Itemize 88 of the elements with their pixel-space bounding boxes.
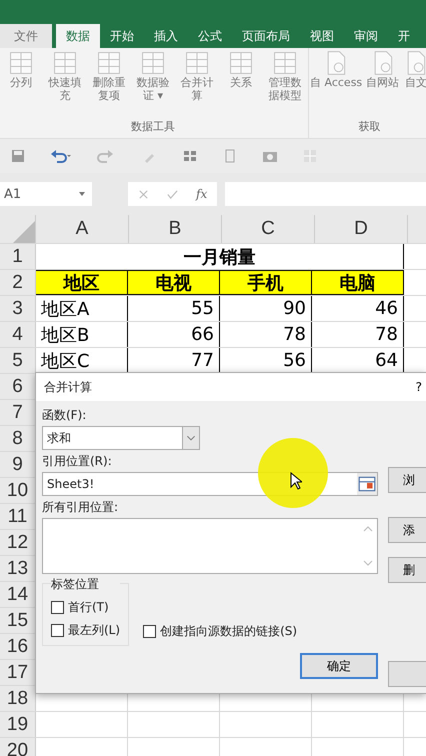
checkbox-option[interactable]: 创建指向源数据的链接(S) xyxy=(143,623,298,640)
row-header[interactable]: 4 xyxy=(0,322,36,347)
column-header[interactable]: D xyxy=(315,215,408,243)
table-cell: 90 xyxy=(220,296,312,321)
dialog-button[interactable]: 添 xyxy=(388,517,426,543)
ribbon-tab[interactable]: 公式 xyxy=(188,24,232,48)
help-button[interactable]: ? xyxy=(412,380,426,394)
ribbon-button[interactable]: 自网站 xyxy=(365,48,400,119)
table-cell: 手机 xyxy=(220,270,312,295)
table-cell: 地区A xyxy=(36,296,128,321)
ribbon-button[interactable]: 自 Access xyxy=(309,48,364,119)
group-label: 数据工具 xyxy=(131,119,175,135)
row-header[interactable]: 10 xyxy=(0,478,36,503)
field-label: 所有引用位置: xyxy=(42,499,120,515)
ribbon-tab[interactable]: 开始 xyxy=(100,24,144,48)
name-box[interactable]: A1 xyxy=(0,182,92,206)
table-cell: 78 xyxy=(312,322,404,347)
checkbox-option[interactable]: 首行(T) xyxy=(51,599,120,616)
row-header[interactable]: 14 xyxy=(0,582,36,607)
table-cell: 55 xyxy=(128,296,220,321)
save-icon[interactable] xyxy=(10,148,26,164)
row-header[interactable]: 5 xyxy=(0,348,36,373)
table-cell: 一月销量 xyxy=(36,244,404,269)
grid-icon[interactable] xyxy=(182,148,198,164)
ribbon-tab[interactable]: 文件 xyxy=(0,24,52,48)
table-cell: 电脑 xyxy=(312,270,404,295)
dialog-button[interactable]: 浏 xyxy=(388,467,426,493)
ribbon-button[interactable]: 管理数据模型 xyxy=(264,48,306,119)
grid-icon[interactable] xyxy=(302,148,318,164)
table-cell: 46 xyxy=(312,296,404,321)
row-header[interactable]: 17 xyxy=(0,660,36,685)
cancel-icon[interactable] xyxy=(138,188,149,200)
column-header[interactable]: A xyxy=(36,215,129,243)
caret-icon xyxy=(78,191,86,197)
field-label: 引用位置(R): xyxy=(42,453,113,469)
row-header[interactable]: 1 xyxy=(0,244,36,269)
row-header[interactable]: 18 xyxy=(0,686,36,711)
table-cell: 66 xyxy=(128,322,220,347)
row-header[interactable]: 13 xyxy=(0,556,36,581)
dialog-title: 合并计算 xyxy=(44,378,92,396)
ribbon-button[interactable]: 删除重复项 xyxy=(88,48,130,119)
ribbon-tab[interactable]: 开 xyxy=(388,24,420,48)
table-cell: 地区 xyxy=(36,270,128,295)
column-header[interactable]: B xyxy=(129,215,222,243)
row-header[interactable]: 7 xyxy=(0,400,36,425)
ribbon-tab[interactable]: 页面布局 xyxy=(232,24,300,48)
dialog-button[interactable]: 删 xyxy=(388,557,426,583)
row-header[interactable]: 9 xyxy=(0,452,36,477)
row-header[interactable]: 2 xyxy=(0,270,36,295)
row-header[interactable]: 12 xyxy=(0,530,36,555)
row-header[interactable]: 6 xyxy=(0,374,36,399)
ribbon-button[interactable]: 合并计算 xyxy=(176,48,218,119)
table-cell: 78 xyxy=(220,322,312,347)
table-cell: 电视 xyxy=(128,270,220,295)
row-header[interactable]: 19 xyxy=(0,712,36,737)
ribbon-button[interactable]: 快速填充 xyxy=(44,48,86,119)
insert-function-button[interactable]: fx xyxy=(196,187,208,201)
ribbon-button[interactable]: 分列 xyxy=(0,48,42,119)
ribbon-tab[interactable]: 视图 xyxy=(300,24,344,48)
select-all-icon[interactable] xyxy=(13,221,35,243)
range-select-icon[interactable] xyxy=(357,473,377,495)
row-header[interactable]: 15 xyxy=(0,608,36,633)
row-header[interactable]: 16 xyxy=(0,634,36,659)
group-label: 获取 xyxy=(358,119,381,135)
ribbon-tab[interactable]: 审阅 xyxy=(344,24,388,48)
ribbon-tab[interactable]: 数据 xyxy=(56,24,100,48)
function-dropdown[interactable]: 求和 xyxy=(42,426,200,450)
field-label: 函数(F): xyxy=(42,407,88,423)
ribbon-button[interactable]: 关系 xyxy=(220,48,262,119)
undo-icon[interactable] xyxy=(50,148,72,164)
table-cell: 地区B xyxy=(36,322,128,347)
dialog-button[interactable] xyxy=(388,661,426,687)
scroll-down-icon[interactable] xyxy=(363,559,373,567)
checkbox-option[interactable]: 最左列(L) xyxy=(51,622,120,639)
pointer-icon xyxy=(290,472,302,490)
column-header[interactable]: C xyxy=(222,215,315,243)
row-header[interactable]: 11 xyxy=(0,504,36,529)
scroll-up-icon[interactable] xyxy=(363,525,373,533)
row-header[interactable]: 3 xyxy=(0,296,36,321)
ribbon-tab[interactable]: 插入 xyxy=(144,24,188,48)
chevron-down-icon xyxy=(182,427,199,449)
row-header[interactable]: 20 xyxy=(0,738,36,756)
row-header[interactable]: 8 xyxy=(0,426,36,451)
ok-button[interactable]: 确定 xyxy=(300,653,378,679)
group-label: 标签位置 xyxy=(51,576,120,593)
references-list[interactable] xyxy=(42,518,378,574)
ribbon-button[interactable]: 数据验证 ▾ xyxy=(132,48,174,119)
check-icon[interactable] xyxy=(167,188,178,200)
